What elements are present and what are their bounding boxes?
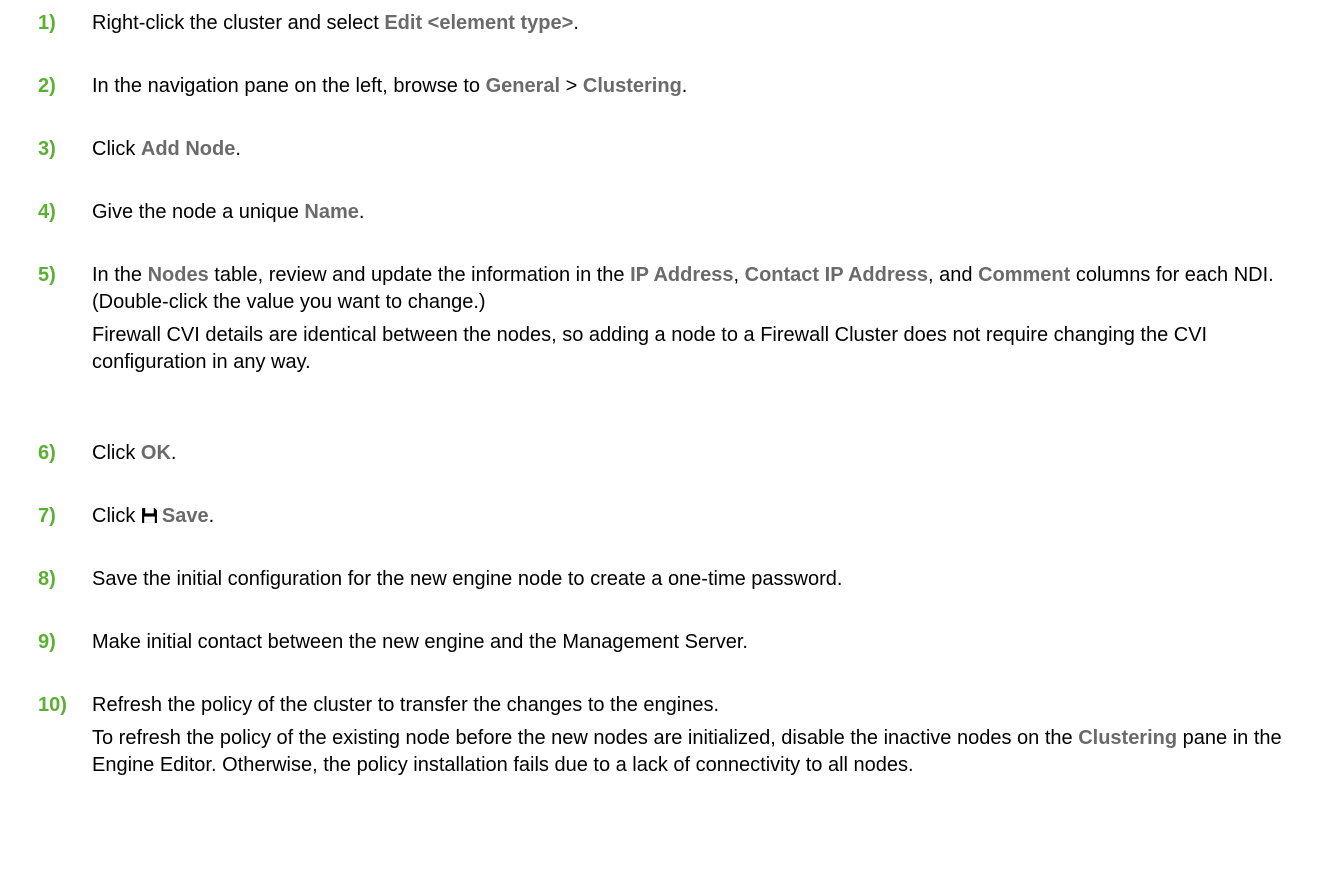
step-number: 6) [38, 442, 56, 464]
save-icon [141, 505, 158, 523]
ui-term: IP Address [630, 264, 734, 286]
step-instruction: Right-click the cluster and select Edit … [92, 10, 1312, 37]
step-instruction: In the Nodes table, review and update th… [92, 262, 1312, 316]
step-instruction: Click Add Node. [92, 136, 1312, 163]
step-text: Click Save. [92, 503, 1312, 530]
step-instruction: Click Save. [92, 503, 1312, 530]
step-number: 10) [38, 694, 67, 716]
ui-term: General [485, 75, 561, 97]
text-run: , [733, 264, 745, 286]
text-run: Click [92, 442, 141, 464]
text-run: . [573, 12, 579, 34]
step-text: Save the initial configuration for the n… [92, 566, 1312, 593]
step-text: Make initial contact between the new eng… [92, 629, 1312, 656]
text-run: In the navigation pane on the left, brow… [92, 75, 486, 97]
step-text: In the navigation pane on the left, brow… [92, 73, 1312, 100]
text-run: . [681, 75, 688, 97]
step-text: Right-click the cluster and select Edit … [92, 10, 1312, 37]
text-run: In the [92, 264, 148, 286]
ui-term: Name [304, 201, 359, 223]
step-text: Refresh the policy of the cluster to tra… [92, 692, 1312, 779]
text-run: Right-click the cluster and select [92, 12, 385, 34]
ui-term: Contact IP Address [744, 264, 929, 286]
step-number: 8) [38, 568, 56, 590]
step-instruction: Give the node a unique Name. [92, 199, 1312, 226]
text-run: , and [928, 264, 979, 286]
step-number: 5) [38, 264, 56, 286]
text-run: . [170, 442, 177, 464]
text-run: > [560, 75, 583, 97]
step-number: 4) [38, 201, 56, 223]
text-run: . [358, 201, 365, 223]
procedure-steps: 1) Right-click the cluster and select Ed… [0, 0, 1337, 877]
step-number: 7) [38, 505, 56, 527]
ui-term: OK [140, 442, 171, 464]
step-number: 2) [38, 75, 56, 97]
text-run: Click [92, 505, 141, 527]
text-run: Refresh the policy of the cluster to tra… [92, 694, 720, 716]
step-instruction: Click OK. [92, 440, 1312, 467]
text-run: Make initial contact between the new eng… [92, 631, 748, 653]
step-instruction: Refresh the policy of the cluster to tra… [92, 692, 1312, 719]
text-run: Give the node a unique [92, 201, 305, 223]
ui-term: Comment [978, 264, 1071, 286]
step-note: To refresh the policy of the existing no… [92, 725, 1312, 779]
step-instruction: Make initial contact between the new eng… [92, 629, 1312, 656]
ui-term: Edit <element type> [384, 12, 574, 34]
ui-term: Save [161, 505, 209, 527]
ui-term: Nodes [147, 264, 209, 286]
step-instruction: In the navigation pane on the left, brow… [92, 73, 1312, 100]
text-run: table, review and update the information… [208, 264, 631, 286]
step-number: 9) [38, 631, 56, 653]
step-note: Firewall CVI details are identical betwe… [92, 324, 1208, 373]
text-run: . [208, 505, 215, 527]
ui-term: Clustering [582, 75, 682, 97]
ui-term: Add Node [140, 138, 236, 160]
text-run: Save the initial configuration for the n… [92, 568, 843, 590]
step-text: Click Add Node. [92, 136, 1312, 163]
step-text: Give the node a unique Name. [92, 199, 1312, 226]
step-text: In the Nodes table, review and update th… [92, 262, 1312, 376]
text-run: Click [92, 138, 141, 160]
text-run: . [235, 138, 241, 160]
ui-term: Clustering [1078, 727, 1178, 749]
step-number: 3) [38, 138, 56, 160]
step-number: 1) [38, 12, 56, 34]
step-text: Click OK. [92, 440, 1312, 467]
step-instruction: Save the initial configuration for the n… [92, 566, 1312, 593]
text-run: To refresh the policy of the existing no… [92, 727, 1079, 749]
